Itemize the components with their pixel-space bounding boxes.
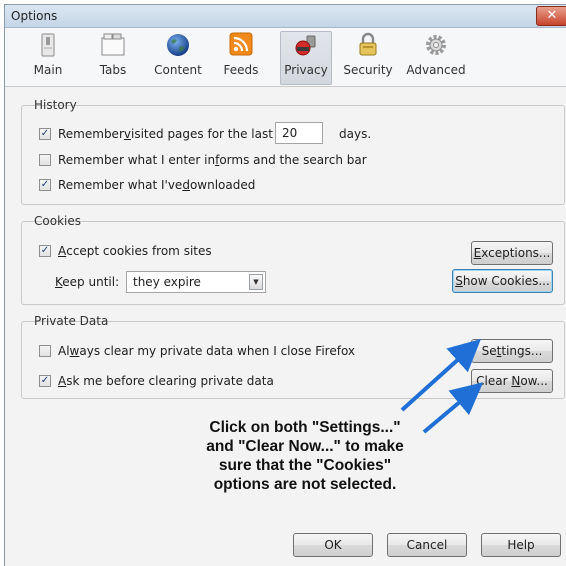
arrow-to-clear-now bbox=[422, 382, 484, 434]
callout-line: and "Clear Now..." to make bbox=[206, 438, 404, 455]
callout-line: sure that the "Cookies" bbox=[218, 457, 392, 474]
callout-line: Click on both "Settings..." bbox=[209, 419, 401, 436]
callout-line: options are not selected. bbox=[213, 476, 397, 493]
annotation-callout: Click on both "Settings..." and "Clear N… bbox=[185, 418, 425, 494]
